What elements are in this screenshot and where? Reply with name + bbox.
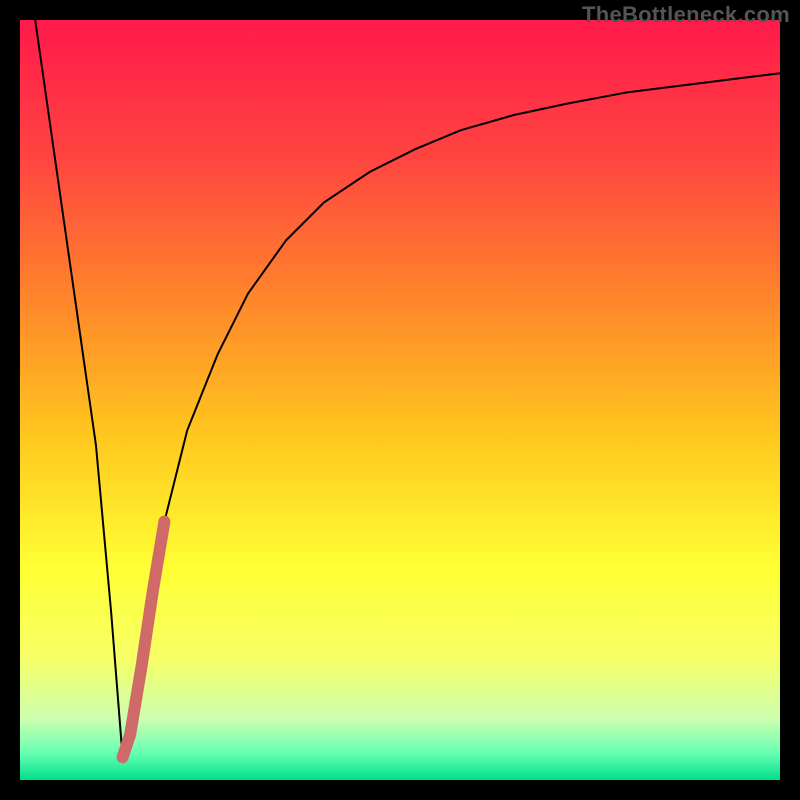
watermark-text: TheBottleneck.com — [582, 2, 790, 28]
gradient-background — [20, 20, 780, 780]
chart-svg — [20, 20, 780, 780]
chart-frame: TheBottleneck.com — [0, 0, 800, 800]
plot-area — [20, 20, 780, 780]
